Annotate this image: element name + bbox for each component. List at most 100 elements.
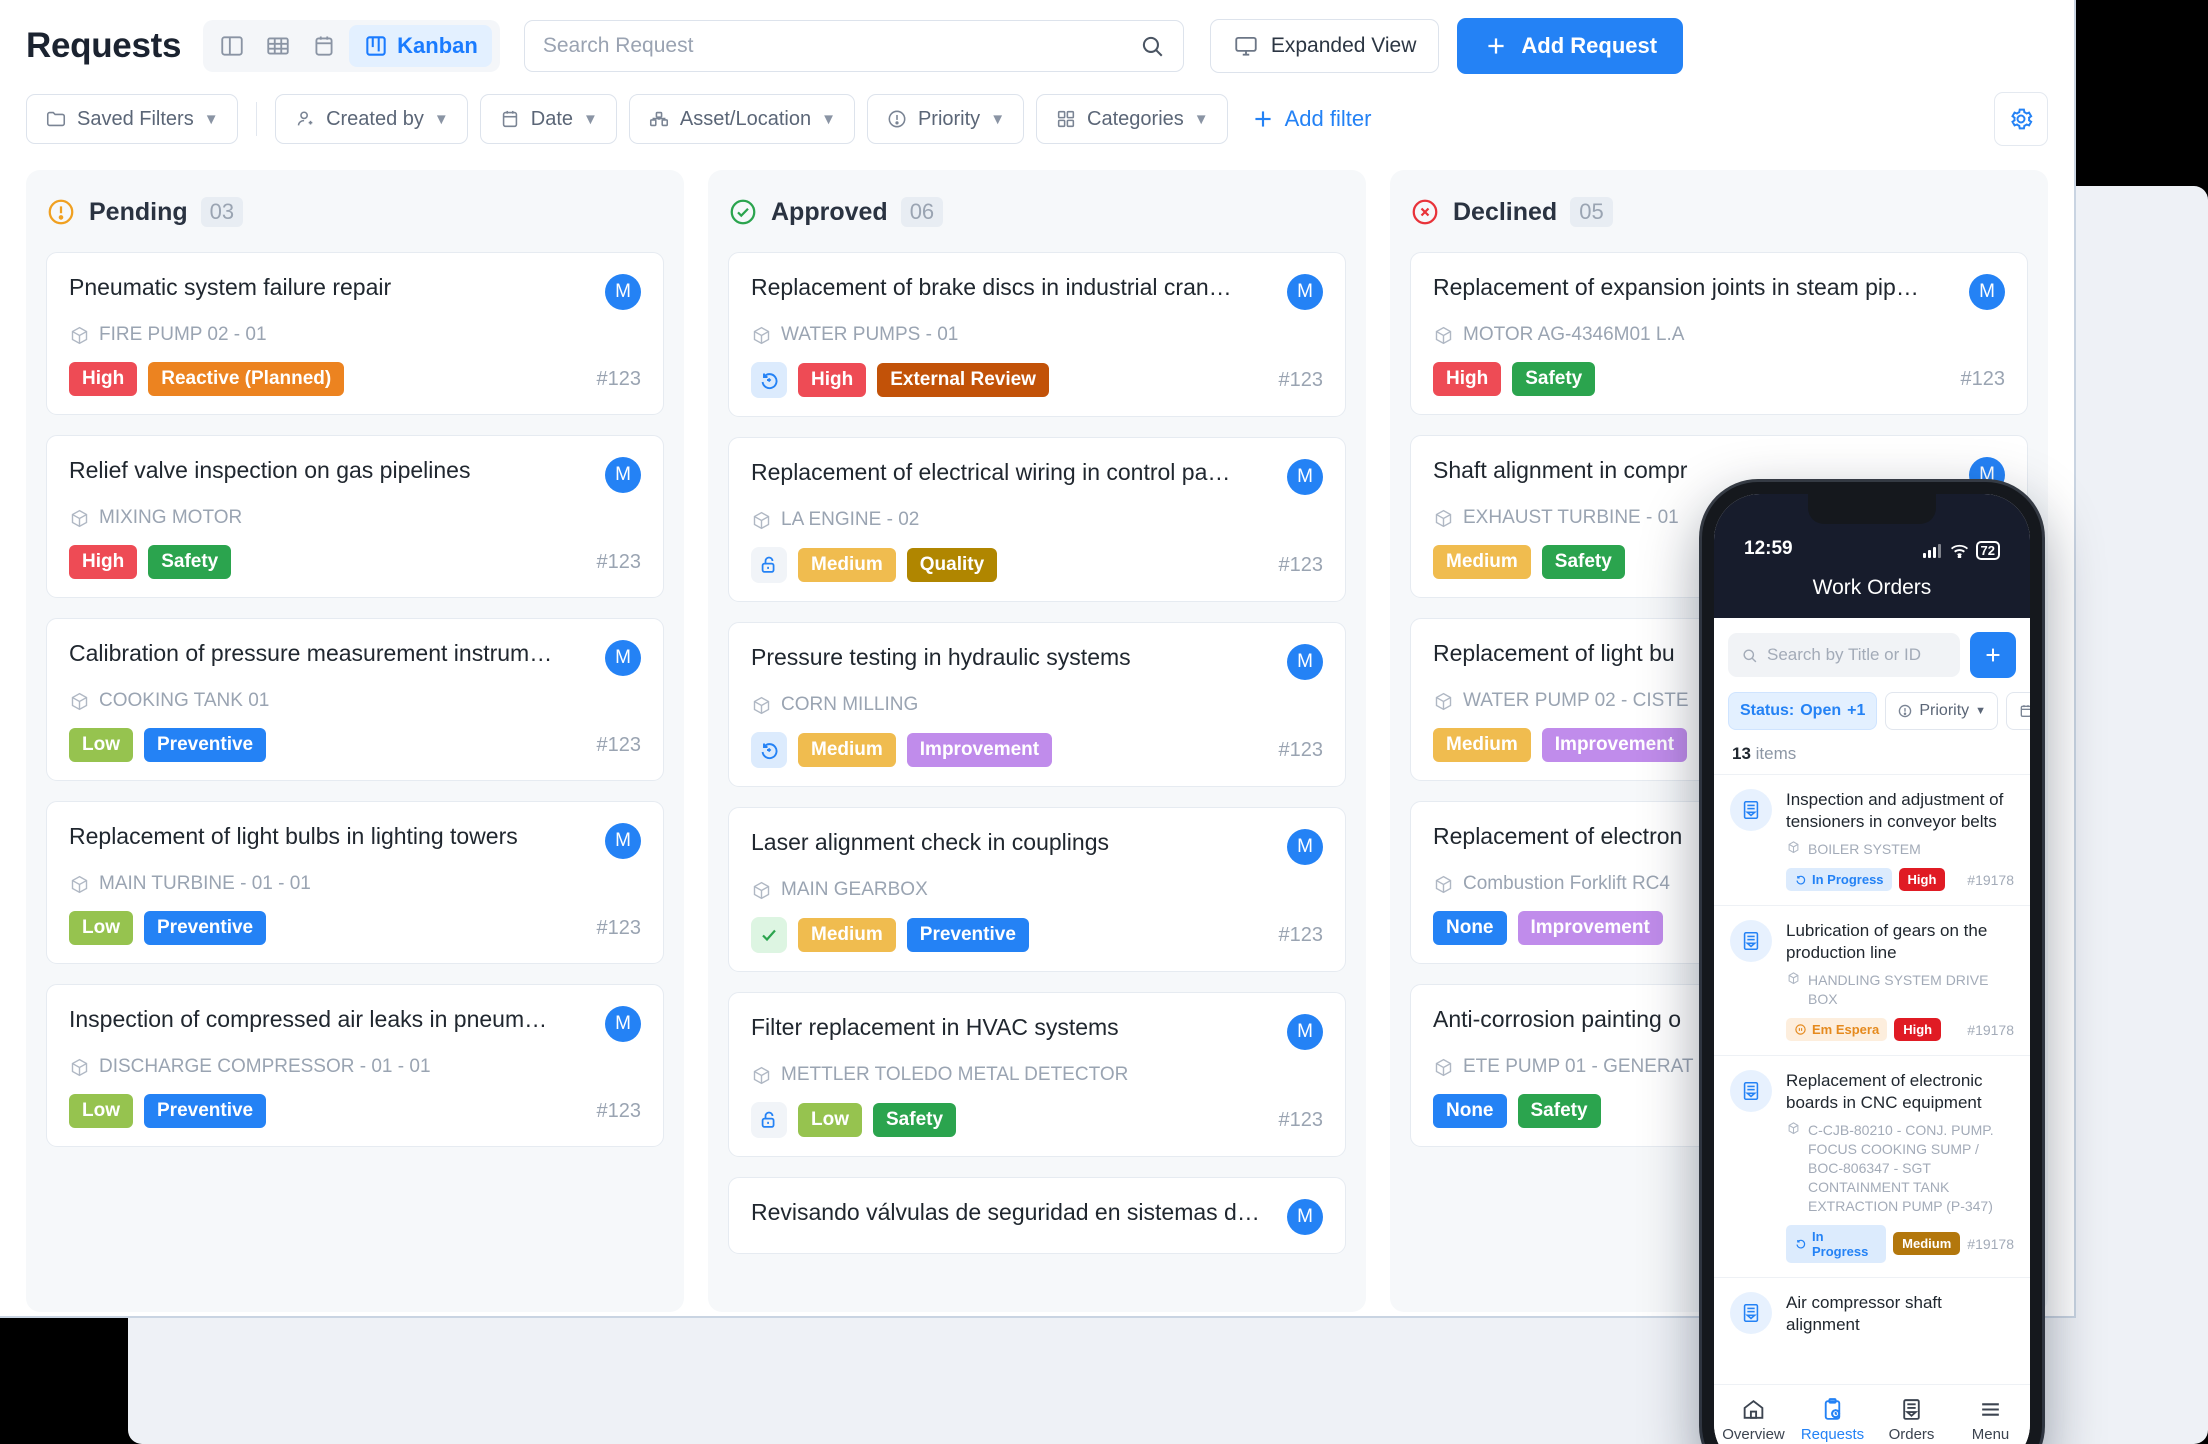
card-asset: CORN MILLING xyxy=(751,694,1323,716)
table-row[interactable]: Replacement of electrical wiring in cont… xyxy=(728,437,1346,602)
filter-priority[interactable]: Priority ▼ xyxy=(866,94,1025,144)
card-id: #123 xyxy=(1278,923,1324,946)
items-count: 13 items xyxy=(1714,740,2030,774)
tab-orders[interactable]: Orders xyxy=(1872,1397,1951,1443)
search-input[interactable]: Search Request xyxy=(523,20,1184,72)
filter-asset-location[interactable]: Asset/Location ▼ xyxy=(628,94,855,144)
category-badge: Preventive xyxy=(906,918,1029,952)
work-order-status: In Progress xyxy=(1786,1224,1887,1263)
phone-mockup: 12:59 72 Work Orders Search by Title or … xyxy=(1702,482,2042,1444)
card-asset: WATER PUMPS - 01 xyxy=(751,324,1323,346)
work-order-asset-label: BOILER SYSTEM xyxy=(1808,841,1921,858)
check-circle-icon xyxy=(728,197,758,227)
table-row[interactable]: Pressure testing in hydraulic systems M … xyxy=(728,622,1346,787)
status-badge: Low xyxy=(69,1094,133,1128)
table-row[interactable]: Replacement of light bulbs in lighting t… xyxy=(46,801,664,964)
chevron-down-icon: ▼ xyxy=(583,110,598,128)
category-badge: Improvement xyxy=(1541,728,1688,762)
category-badge: Safety xyxy=(1517,1094,1601,1128)
status-badge: Medium xyxy=(1433,728,1531,762)
work-order-priority: High xyxy=(1898,868,1946,892)
view-toggle-group: Kanban xyxy=(203,20,500,72)
in-progress-icon[interactable] xyxy=(751,732,787,768)
chevron-down-icon: ▼ xyxy=(1975,705,1987,717)
unlock-icon[interactable] xyxy=(751,1102,787,1138)
plus-icon xyxy=(1982,644,2004,666)
table-row[interactable]: Filter replacement in HVAC systems M MET… xyxy=(728,992,1346,1157)
card-asset-label: WATER PUMP 02 - CISTE xyxy=(1463,690,1689,711)
phone-filter-date[interactable]: Date ▼ xyxy=(2006,692,2030,730)
table-row[interactable]: Pneumatic system failure repair M FIRE P… xyxy=(46,252,664,415)
category-badge: Improvement xyxy=(1517,911,1663,945)
status-badge: Medium xyxy=(798,918,896,952)
phone-filter-priority[interactable]: Priority ▼ xyxy=(1885,692,1999,730)
phone-filter-status-value: Open xyxy=(1800,702,1842,719)
list-item[interactable]: Inspection and adjustment of tensioners … xyxy=(1714,774,2030,905)
kanban-column-approved: Approved 06 Replacement of brake discs i… xyxy=(708,170,1366,1312)
table-row[interactable]: Inspection of compressed air leaks in pn… xyxy=(46,984,664,1147)
check-icon[interactable] xyxy=(751,917,787,953)
card-asset: MOTOR AG-4346M01 L.A xyxy=(1433,324,2005,346)
tab-kanban[interactable]: Kanban xyxy=(349,25,492,67)
card-title: Filter replacement in HVAC systems xyxy=(751,1014,1119,1040)
saved-filters-label: Saved Filters xyxy=(77,107,194,130)
tab-requests[interactable]: Requests xyxy=(1793,1397,1872,1443)
table-row[interactable]: Calibration of pressure measurement inst… xyxy=(46,618,664,781)
card-id: #123 xyxy=(596,916,642,939)
tab-kanban-label: Kanban xyxy=(397,33,478,58)
kanban-column-pending: Pending 03 Pneumatic system failure repa… xyxy=(26,170,684,1312)
battery-indicator: 72 xyxy=(1975,541,2000,560)
status-badge: Medium xyxy=(798,733,896,767)
table-view-icon[interactable] xyxy=(257,25,299,67)
gear-icon[interactable] xyxy=(1994,92,2048,146)
split-view-icon[interactable] xyxy=(211,25,253,67)
phone-filter-status-extra: +1 xyxy=(1847,702,1866,719)
asset-hex-icon xyxy=(1786,840,1801,859)
add-filter-button[interactable]: Add filter xyxy=(1250,106,1371,132)
work-order-icon xyxy=(1730,1070,1772,1113)
saved-filters-dropdown[interactable]: Saved Filters ▼ xyxy=(26,94,238,144)
category-badge: Quality xyxy=(906,548,998,582)
work-order-icon xyxy=(1730,789,1772,831)
card-title: Inspection of compressed air leaks in pn… xyxy=(69,1006,548,1032)
tab-overview[interactable]: Overview xyxy=(1714,1397,1793,1443)
card-id: #123 xyxy=(1960,367,2006,390)
status-badge: Medium xyxy=(798,548,896,582)
card-id: #123 xyxy=(596,733,642,756)
category-badge: Safety xyxy=(873,1103,957,1137)
unlock-icon[interactable] xyxy=(751,547,787,583)
table-row[interactable]: Replacement of brake discs in industrial… xyxy=(728,252,1346,417)
in-progress-icon[interactable] xyxy=(751,362,787,398)
filter-date[interactable]: Date ▼ xyxy=(479,94,617,144)
in-progress-icon xyxy=(1794,873,1807,886)
list-item[interactable]: Lubrication of gears on the production l… xyxy=(1714,905,2030,1055)
add-work-order-button[interactable] xyxy=(1970,632,2016,678)
search-input[interactable]: Search by Title or ID xyxy=(1728,633,1960,677)
table-row[interactable]: Replacement of expansion joints in steam… xyxy=(1410,252,2028,415)
cube-icon xyxy=(751,695,772,716)
card-id: #123 xyxy=(596,367,642,390)
list-item[interactable]: Air compressor shaft alignment xyxy=(1714,1276,2030,1350)
card-asset-label: MOTOR AG-4346M01 L.A xyxy=(1463,324,1685,345)
cube-icon xyxy=(69,1057,90,1078)
add-request-button[interactable]: Add Request xyxy=(1457,18,1684,74)
list-item[interactable]: Replacement of electronic boards in CNC … xyxy=(1714,1055,2030,1277)
card-title: Calibration of pressure measurement inst… xyxy=(69,640,553,666)
phone-filter-status[interactable]: Status: Open +1 xyxy=(1728,692,1878,730)
work-order-status-label: Em Espera xyxy=(1812,1022,1880,1038)
table-row[interactable]: Relief valve inspection on gas pipelines… xyxy=(46,435,664,598)
table-row[interactable]: Laser alignment check in couplings M MAI… xyxy=(728,807,1346,972)
tab-menu[interactable]: Menu xyxy=(1951,1397,2030,1443)
category-badge: Preventive xyxy=(144,728,267,762)
expanded-view-button[interactable]: Expanded View xyxy=(1209,19,1440,73)
avatar: M xyxy=(1287,829,1323,865)
card-asset-label: LA ENGINE - 02 xyxy=(781,509,920,530)
column-header: Pending 03 xyxy=(46,192,664,232)
calendar-view-icon[interactable] xyxy=(303,25,345,67)
work-order-title: Air compressor shaft alignment xyxy=(1786,1292,1942,1334)
filter-created-by[interactable]: Created by ▼ xyxy=(275,94,468,144)
table-row[interactable]: Revisando válvulas de seguridad en siste… xyxy=(728,1177,1346,1254)
status-badge: Low xyxy=(798,1103,862,1137)
phone-search-row: Search by Title or ID xyxy=(1714,618,2030,686)
filter-categories[interactable]: Categories ▼ xyxy=(1036,94,1228,144)
